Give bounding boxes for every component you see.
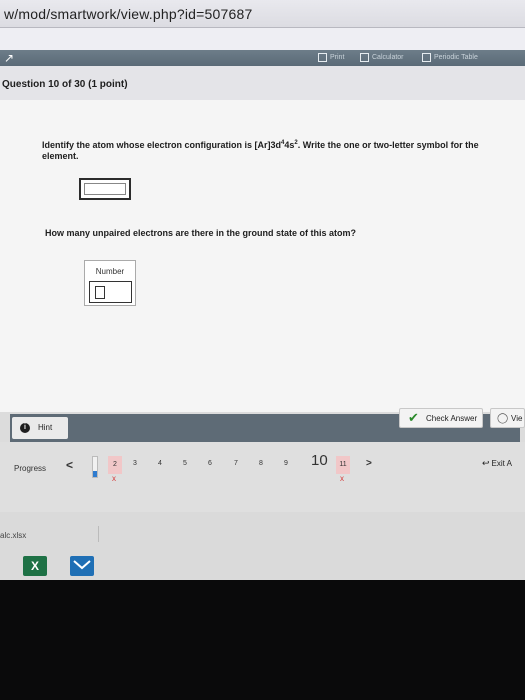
unpaired-electrons-input[interactable] [89, 281, 132, 303]
print-icon [318, 52, 327, 62]
info-icon: i [20, 423, 30, 433]
periodic-table-button[interactable]: Periodic Table [422, 52, 478, 64]
app-logo-icon: ↗ [4, 51, 15, 65]
calculator-icon [360, 52, 369, 62]
question-number-9[interactable]: 9 [284, 460, 288, 467]
view-button[interactable]: ◯ Vie [490, 408, 525, 428]
question-number-6[interactable]: 6 [208, 460, 212, 467]
question-prompt-1: Identify the atom whose electron configu… [42, 140, 479, 161]
question-number-10[interactable]: 10 [311, 452, 328, 469]
browser-tab-strip [0, 28, 525, 50]
incorrect-mark-icon: x [340, 474, 344, 483]
previous-question-button[interactable]: < [66, 458, 73, 472]
question-number-2[interactable]: 2 [108, 456, 122, 474]
question-header: Question 10 of 30 (1 point) [0, 66, 525, 100]
question-body: Identify the atom whose electron configu… [0, 100, 525, 412]
check-answer-button[interactable]: ✔ Check Answer [399, 408, 483, 428]
url-text: w/mod/smartwork/view.php?id=507687 [4, 6, 253, 22]
pin-icon: ◯ [497, 413, 509, 424]
progress-indicator [92, 456, 98, 478]
print-button[interactable]: Print [318, 52, 344, 64]
next-question-button[interactable]: > [366, 458, 372, 469]
progress-label: Progress [14, 464, 47, 473]
element-symbol-input[interactable] [79, 178, 131, 200]
hint-button[interactable]: i Hint [12, 417, 68, 439]
checkmark-icon: ✔ [408, 410, 419, 425]
incorrect-mark-icon: x [112, 474, 116, 483]
periodic-table-icon [422, 52, 431, 62]
question-navigation [0, 442, 525, 512]
question-number-8[interactable]: 8 [259, 460, 263, 467]
exit-icon: ↩ [482, 458, 490, 468]
question-number-3[interactable]: 3 [133, 460, 137, 467]
question-number-5[interactable]: 5 [183, 460, 187, 467]
question-prompt-2: How many unpaired electrons are there in… [45, 228, 357, 238]
address-bar[interactable]: w/mod/smartwork/view.php?id=507687 [0, 0, 525, 28]
number-label: Number [95, 267, 125, 276]
calculator-button[interactable]: Calculator [360, 52, 404, 64]
question-number-11[interactable]: 11 [336, 456, 350, 474]
app-toolbar: ↗ Print Calculator Periodic Table [0, 50, 525, 66]
progress-fill [93, 471, 97, 477]
question-number-4[interactable]: 4 [158, 460, 162, 467]
exit-button[interactable]: ↩ Exit A [482, 456, 525, 470]
excel-icon[interactable]: X [23, 556, 47, 576]
download-file[interactable]: alc.xlsx [0, 531, 26, 540]
mail-icon[interactable] [70, 556, 94, 576]
screen-bezel [0, 580, 525, 700]
download-divider [98, 526, 99, 542]
question-number-7[interactable]: 7 [234, 460, 238, 467]
number-answer-group: Number [84, 260, 136, 306]
